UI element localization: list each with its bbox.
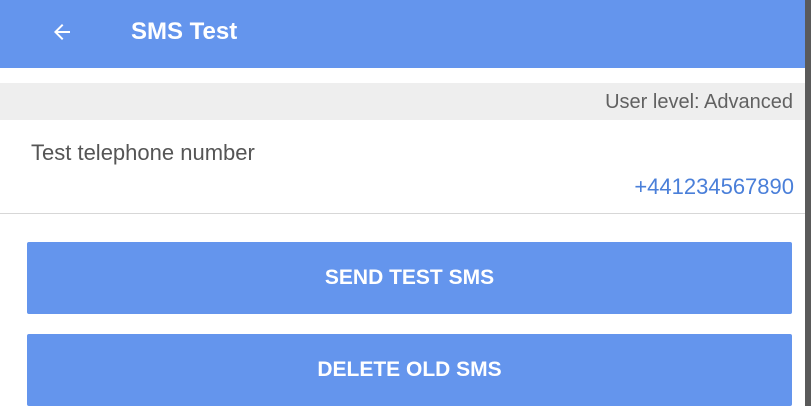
arrow-left-icon: [54, 24, 70, 40]
send-test-sms-button[interactable]: SEND TEST SMS: [27, 242, 792, 314]
divider: [0, 213, 805, 214]
window-edge: [805, 0, 811, 406]
delete-old-sms-button[interactable]: DELETE OLD SMS: [27, 334, 792, 406]
back-button[interactable]: [44, 14, 80, 50]
app-bar: SMS Test: [0, 0, 805, 68]
phone-number-field[interactable]: +441234567890: [634, 173, 794, 201]
sms-test-screen: SMS Test User level: Advanced Test telep…: [0, 0, 811, 406]
page-title: SMS Test: [131, 18, 238, 45]
user-level-bar: User level: Advanced: [0, 83, 805, 120]
phone-field-label: Test telephone number: [31, 140, 255, 165]
user-level-text: User level: Advanced: [605, 91, 793, 113]
